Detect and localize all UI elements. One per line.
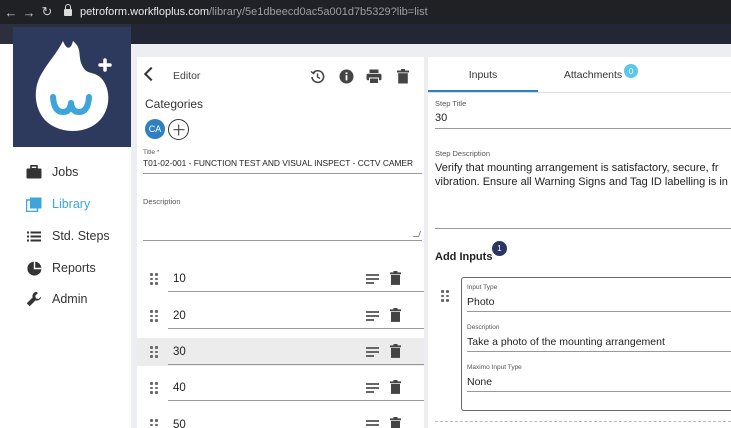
trash-icon[interactable] [390, 417, 401, 428]
step-title-underline [435, 128, 731, 129]
print-icon[interactable] [366, 68, 382, 84]
menu-lines-icon[interactable] [366, 274, 379, 284]
maximo-input-type-select[interactable]: None [467, 376, 729, 388]
menu-lines-icon[interactable] [366, 347, 379, 357]
editor-toolbar: Editor [137, 65, 424, 89]
add-category-icon[interactable] [168, 119, 189, 140]
drag-handle-icon[interactable] [150, 419, 159, 428]
back-chevron-icon[interactable] [143, 66, 159, 82]
description-field-label: Description [143, 197, 181, 206]
trash-icon[interactable] [390, 344, 401, 363]
step-description-label: Step Description [435, 149, 491, 158]
trash-icon[interactable] [390, 271, 401, 290]
menu-lines-icon[interactable] [366, 383, 379, 393]
add-inputs-heading: Add Inputs [435, 251, 493, 263]
category-chip[interactable]: CA [145, 119, 165, 139]
history-icon[interactable] [309, 68, 325, 84]
sidebar-nav: Jobs Library Std. Steps Reports Admin [13, 147, 131, 428]
drop-zone-divider [435, 421, 731, 422]
lock-icon [64, 3, 72, 17]
trash-icon[interactable] [390, 308, 401, 327]
input-type-select[interactable]: Photo [467, 296, 729, 308]
step-title-field[interactable]: 30 [435, 112, 731, 124]
input-description-label: Description [467, 324, 500, 331]
tab-divider [428, 92, 731, 93]
sidebar-item-std-steps[interactable]: Std. Steps [25, 226, 110, 246]
list-icon [25, 228, 43, 244]
attachments-count-badge: 0 [624, 64, 638, 78]
workfloplus-logo[interactable] [13, 27, 131, 147]
url-host: petroform.workfloplus.com [80, 6, 209, 18]
maximo-input-type-label: Maximo Input Type [467, 364, 522, 371]
sidebar-item-reports[interactable]: Reports [25, 258, 96, 278]
sidebar-item-label: Library [52, 197, 91, 211]
info-icon[interactable] [338, 68, 354, 84]
input-description-field[interactable]: Take a photo of the mounting arrangement [467, 336, 729, 348]
menu-lines-icon[interactable] [366, 311, 379, 321]
sidebar-item-library[interactable]: Library [25, 194, 90, 214]
step-number-field[interactable]: 40 [168, 375, 424, 401]
step-row[interactable]: 40 [137, 374, 424, 402]
app-header-bar-right [131, 24, 731, 44]
input-card: Input Type Photo Description Take a phot… [461, 277, 731, 411]
trash-icon[interactable] [395, 68, 411, 84]
input-type-underline [467, 311, 731, 312]
drag-handle-icon[interactable] [441, 290, 450, 302]
step-number-field[interactable]: 20 [168, 303, 424, 329]
sidebar-item-label: Std. Steps [52, 229, 110, 243]
step-title-label: Step Title [435, 99, 467, 108]
sidebar-item-label: Reports [52, 261, 96, 275]
logo-drop-icon [35, 41, 112, 131]
drag-handle-icon[interactable] [150, 346, 159, 358]
forward-arrow-icon[interactable]: → [20, 5, 38, 20]
library-icon [25, 196, 43, 212]
step-row[interactable]: 50 [137, 411, 424, 428]
reload-icon[interactable]: ↻ [38, 4, 56, 20]
step-detail-panel: Inputs Attachments 0 Step Title 30 Step … [428, 57, 731, 428]
categories-label: Categories [145, 97, 204, 111]
description-field[interactable] [143, 207, 422, 241]
step-row[interactable]: 20 [137, 302, 424, 330]
drag-handle-icon[interactable] [150, 382, 159, 394]
wrench-icon [25, 291, 43, 307]
inputs-count-badge: 1 [492, 241, 507, 256]
back-arrow-icon[interactable]: ← [2, 5, 20, 20]
trash-icon[interactable] [390, 380, 401, 399]
editor-panel: Editor Categories CA Title * T01-02-001 … [137, 57, 424, 428]
tab-inputs[interactable]: Inputs [428, 65, 538, 91]
step-number-field[interactable]: 30 [168, 339, 424, 365]
sidebar-item-label: Admin [52, 292, 88, 306]
sidebar-item-jobs[interactable]: Jobs [25, 162, 78, 182]
pie-chart-icon [25, 260, 43, 276]
url-path: /library/5e1dbeecd0ac5a001d7b5329?lib=li… [209, 6, 428, 18]
step-row[interactable]: 10 [137, 265, 424, 293]
drag-handle-icon[interactable] [150, 273, 159, 285]
browser-toolbar: ← → ↻ petroform.workfloplus.com/library/… [0, 0, 731, 24]
input-description-underline [467, 351, 731, 352]
sidebar-item-admin[interactable]: Admin [25, 289, 87, 309]
step-description-line[interactable]: vibration. Ensure all Warning Signs and … [435, 176, 731, 188]
step-row-selected[interactable]: 30 [137, 338, 424, 366]
maximo-input-type-underline [467, 391, 731, 392]
step-number-field[interactable]: 50 [168, 412, 424, 428]
drag-handle-icon[interactable] [150, 310, 159, 322]
step-number-field[interactable]: 10 [168, 266, 424, 292]
address-bar[interactable]: petroform.workfloplus.com/library/5e1dbe… [80, 6, 428, 18]
title-field[interactable]: T01-02-001 - FUNCTION TEST AND VISUAL IN… [143, 158, 422, 174]
title-field-label: Title * [143, 149, 160, 156]
step-description-underline [435, 228, 731, 229]
input-type-label: Input Type [467, 284, 498, 291]
briefcase-icon [25, 164, 43, 180]
menu-lines-icon[interactable] [366, 420, 379, 428]
step-description-line[interactable]: Verify that mounting arrangement is sati… [435, 162, 731, 174]
editor-title: Editor [173, 70, 201, 82]
resize-handle-icon[interactable] [412, 231, 422, 237]
sidebar-item-label: Jobs [52, 165, 79, 179]
